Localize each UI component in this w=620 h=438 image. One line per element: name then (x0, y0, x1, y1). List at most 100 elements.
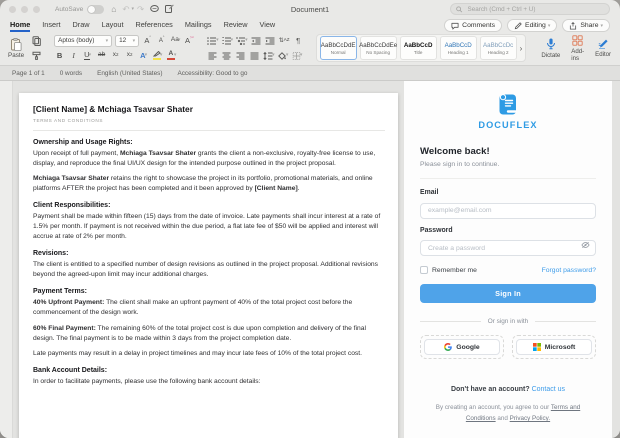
styles-more-icon[interactable]: › (520, 44, 523, 53)
share-button[interactable]: Share ▾ (562, 19, 610, 32)
search-input[interactable] (466, 5, 604, 14)
show-formatting-icon[interactable]: ¶ (293, 35, 304, 46)
text-effects-icon[interactable]: A▾ (138, 50, 149, 61)
ribbon: Paste Aptos (body)▾ 12▾ Aˆ Aˆ Aa▾ (0, 32, 620, 65)
email-field[interactable] (420, 203, 596, 219)
styles-gallery-wrap: AaBbCcDdENormalAaBbCcDdEeNo SpacingAaBbC… (316, 34, 527, 62)
accessibility-status[interactable]: Accessibility: Good to go (177, 70, 247, 77)
editor-icon (598, 38, 609, 49)
tab-home[interactable]: Home (10, 20, 30, 32)
italic-button[interactable]: I (68, 50, 79, 61)
print-icon[interactable] (150, 4, 159, 15)
bullet-list-icon[interactable]: ▾ (207, 35, 219, 46)
page-count[interactable]: Page 1 of 1 (12, 70, 45, 77)
editor-button[interactable]: Editor (592, 34, 614, 62)
align-center-icon[interactable] (221, 50, 232, 61)
copy-icon[interactable] (31, 35, 42, 46)
dictate-button[interactable]: Dictate (538, 34, 563, 62)
format-painter-icon[interactable] (31, 50, 42, 61)
word-count[interactable]: 0 words (60, 70, 82, 77)
language-status[interactable]: English (United States) (97, 70, 162, 77)
minimize-window-button[interactable] (21, 6, 28, 13)
pencil-icon (514, 22, 522, 30)
clear-formatting-icon[interactable]: A✂ (184, 35, 195, 46)
superscript-button[interactable]: x2 (124, 50, 135, 61)
strikethrough-button[interactable]: ab (96, 50, 107, 61)
document-page[interactable]: [Client Name] & Mchiaga Tsavsar Shater T… (19, 93, 398, 438)
undo-caret-icon[interactable]: ▾ (131, 6, 134, 12)
no-account-text: Don't have an account? (451, 386, 530, 393)
line-spacing-icon[interactable]: ▾ (263, 50, 275, 61)
shading-icon[interactable]: ▾ (278, 50, 289, 61)
google-button-label: Google (456, 344, 479, 351)
contact-us-link[interactable]: Contact us (532, 386, 565, 393)
microsoft-button-label: Microsoft (545, 344, 576, 351)
numbered-list-icon[interactable]: ▾ (222, 35, 234, 46)
section-heading: Client Responsibilities: (33, 202, 385, 209)
tab-view[interactable]: View (260, 20, 276, 32)
search-box[interactable] (450, 3, 610, 15)
paragraph-group: ▾ ▾ ▾ ⇅AZ ¶ ▾ ▾ ▾ (207, 34, 304, 62)
ribbon-tab-row: Home Insert Draw Layout References Mailings Re… (0, 18, 620, 32)
privacy-link[interactable]: Privacy Policy. (510, 415, 550, 422)
show-password-icon[interactable] (581, 241, 590, 249)
align-left-icon[interactable] (207, 50, 218, 61)
password-field[interactable] (420, 240, 596, 256)
align-right-icon[interactable] (235, 50, 246, 61)
addins-button[interactable]: Add-ins (568, 34, 587, 62)
no-account-row: Don't have an account? Contact us (420, 386, 596, 393)
comments-button[interactable]: Comments (444, 19, 502, 32)
borders-icon[interactable]: ▾ (292, 50, 303, 61)
autosave-label: AutoSave (55, 6, 83, 13)
shrink-font-icon[interactable]: Aˆ (156, 35, 167, 46)
comment-icon (451, 22, 459, 30)
change-case-icon[interactable]: Aa▾ (170, 35, 181, 46)
remember-me-label: Remember me (432, 267, 477, 274)
font-color-button[interactable]: A▾ (166, 50, 177, 61)
forgot-password-link[interactable]: Forgot password? (542, 267, 596, 274)
sort-icon[interactable]: ⇅AZ (279, 35, 290, 46)
new-document-icon[interactable] (165, 4, 174, 15)
paste-button[interactable]: Paste (6, 34, 26, 62)
tab-layout[interactable]: Layout (102, 20, 124, 32)
decrease-indent-icon[interactable] (251, 35, 262, 46)
font-name-dropdown[interactable]: Aptos (body)▾ (54, 35, 112, 47)
sign-in-button[interactable]: Sign In (420, 284, 596, 303)
document-paragraph: The client is entitled to a specified nu… (33, 260, 385, 280)
google-sign-in-button[interactable]: Google (424, 339, 500, 355)
style-no-spacing[interactable]: AaBbCcDdEeNo Spacing (360, 36, 397, 60)
docuflex-panel: DOCUFLEX Welcome back! Please sign in to… (404, 81, 612, 438)
toggle-knob (88, 6, 95, 13)
increase-indent-icon[interactable] (265, 35, 276, 46)
section-heading: Payment Terms: (33, 288, 385, 295)
tab-references[interactable]: References (135, 20, 172, 32)
tab-draw[interactable]: Draw (73, 20, 90, 32)
share-icon (569, 22, 577, 30)
bold-button[interactable]: B (54, 50, 65, 61)
undo-icon[interactable]: ↶ (122, 5, 129, 14)
zoom-window-button[interactable] (33, 6, 40, 13)
tab-insert[interactable]: Insert (42, 20, 60, 32)
editing-button[interactable]: Editing ▾ (507, 19, 557, 32)
grow-font-icon[interactable]: Aˆ (142, 35, 153, 46)
style-heading-2[interactable]: AaBbCcDcHeading 2 (480, 36, 517, 60)
style-normal[interactable]: AaBbCcDdENormal (320, 36, 357, 60)
justify-icon[interactable] (249, 50, 260, 61)
status-bar: Page 1 of 1 0 words English (United Stat… (0, 65, 620, 81)
tab-review[interactable]: Review (224, 20, 248, 32)
redo-icon[interactable]: ↷ (137, 5, 144, 14)
remember-me-checkbox[interactable] (420, 266, 428, 274)
highlight-color-button[interactable]: ▾ (152, 50, 163, 61)
paste-icon (10, 38, 22, 51)
font-size-dropdown[interactable]: 12▾ (115, 35, 139, 47)
microsoft-sign-in-button[interactable]: Microsoft (516, 339, 592, 355)
multilevel-list-icon[interactable]: ▾ (236, 35, 248, 46)
tab-mailings[interactable]: Mailings (185, 20, 212, 32)
style-heading-1[interactable]: AaBbCcDHeading 1 (440, 36, 477, 60)
autosave-toggle[interactable] (87, 5, 104, 14)
style-title[interactable]: AaBbCcDTitle (400, 36, 437, 60)
home-icon[interactable]: ⌂ (111, 5, 116, 14)
underline-button[interactable]: U▾ (82, 50, 93, 61)
close-window-button[interactable] (9, 6, 16, 13)
subscript-button[interactable]: x2 (110, 50, 121, 61)
